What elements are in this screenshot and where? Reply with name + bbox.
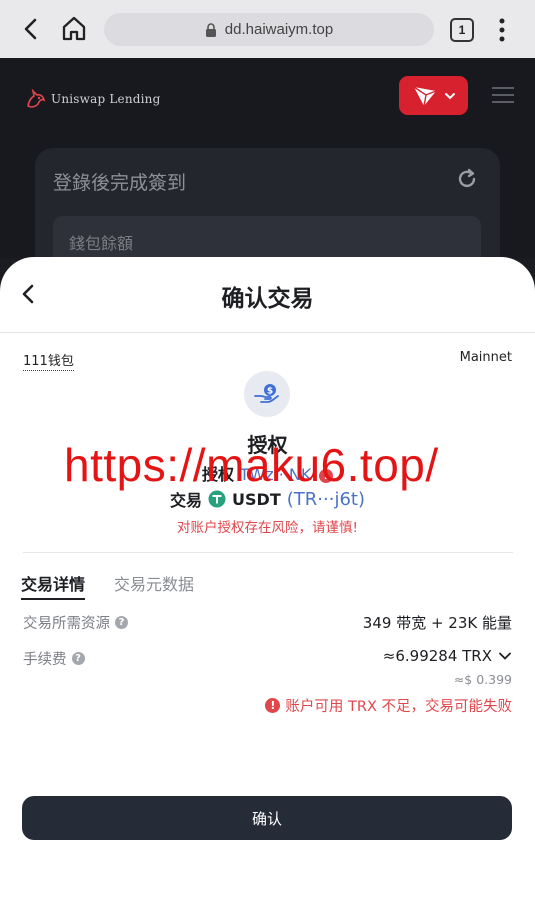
trade-token: USDT [232,489,281,509]
sheet-title: 确认交易 [221,286,314,312]
risk-warning-text: 对账户授权存在风险，请谨慎! [177,520,358,536]
insufficient-balance-warning: ! 账户可用 TRX 不足，交易可能失败 [265,695,512,716]
tron-logo-icon [413,85,436,106]
tab-transaction-details[interactable]: 交易详情 [21,571,86,600]
card-title: 登錄後完成簽到 [53,172,187,194]
divider [0,332,535,333]
url-text: dd.haiwaiym.top [224,21,334,38]
lock-icon [205,22,216,37]
more-options-icon[interactable] [497,17,507,43]
menu-icon[interactable] [492,86,514,104]
fee-value-toggle[interactable]: ≈6.99284 TRX [383,647,512,665]
hand-coin-icon: $ [254,384,279,403]
browser-toolbar: dd.haiwaiym.top 1 [0,0,535,58]
tab-switcher-button[interactable]: 1 [450,18,474,42]
resource-value: 349 带宽 + 23K 能量 [362,614,512,632]
resource-label: 交易所需资源 ? [23,612,128,633]
chevron-down-icon [444,92,455,99]
fee-usd: ≈$ 0.399 [453,672,512,687]
network-switch-button[interactable] [399,76,468,115]
app-background: Uniswap Lending 登錄後完成簽到 錢包餘額 [0,58,535,288]
watermark-text: https://maku6.top/ [64,439,439,491]
error-icon: ! [265,698,281,713]
back-arrow-icon[interactable] [18,16,44,42]
home-icon[interactable] [60,14,88,42]
svg-text:$: $ [267,387,273,397]
resource-label-text: 交易所需资源 [23,616,110,632]
logo-text: Uniswap Lending [51,92,161,106]
tether-icon [208,490,226,508]
fee-label-text: 手续费 [23,652,67,668]
confirm-button[interactable]: 确认 [22,796,512,840]
divider [23,552,513,553]
app-logo[interactable]: Uniswap Lending [25,88,161,110]
chevron-down-icon [499,652,511,660]
wallet-name[interactable]: 111钱包 [23,350,74,371]
tab-transaction-metadata[interactable]: 交易元数据 [114,571,194,595]
refresh-icon[interactable] [456,168,478,190]
network-label: Mainnet [459,350,512,365]
wallet-balance-label: 錢包餘額 [69,234,134,253]
help-icon[interactable]: ? [115,616,128,629]
insufficient-balance-text: 账户可用 TRX 不足，交易可能失败 [285,699,512,715]
address-bar[interactable]: dd.haiwaiym.top [104,13,434,46]
unicorn-logo-icon [27,88,46,108]
fee-value: ≈6.99284 TRX [382,647,492,665]
authorize-icon: $ [244,371,290,417]
fee-label: 手续费 ? [23,648,85,669]
help-icon[interactable]: ? [71,652,85,665]
confirm-transaction-sheet: 确认交易 111钱包 Mainnet $ 授权 授权 TWz···NK ! 交易… [0,257,535,901]
